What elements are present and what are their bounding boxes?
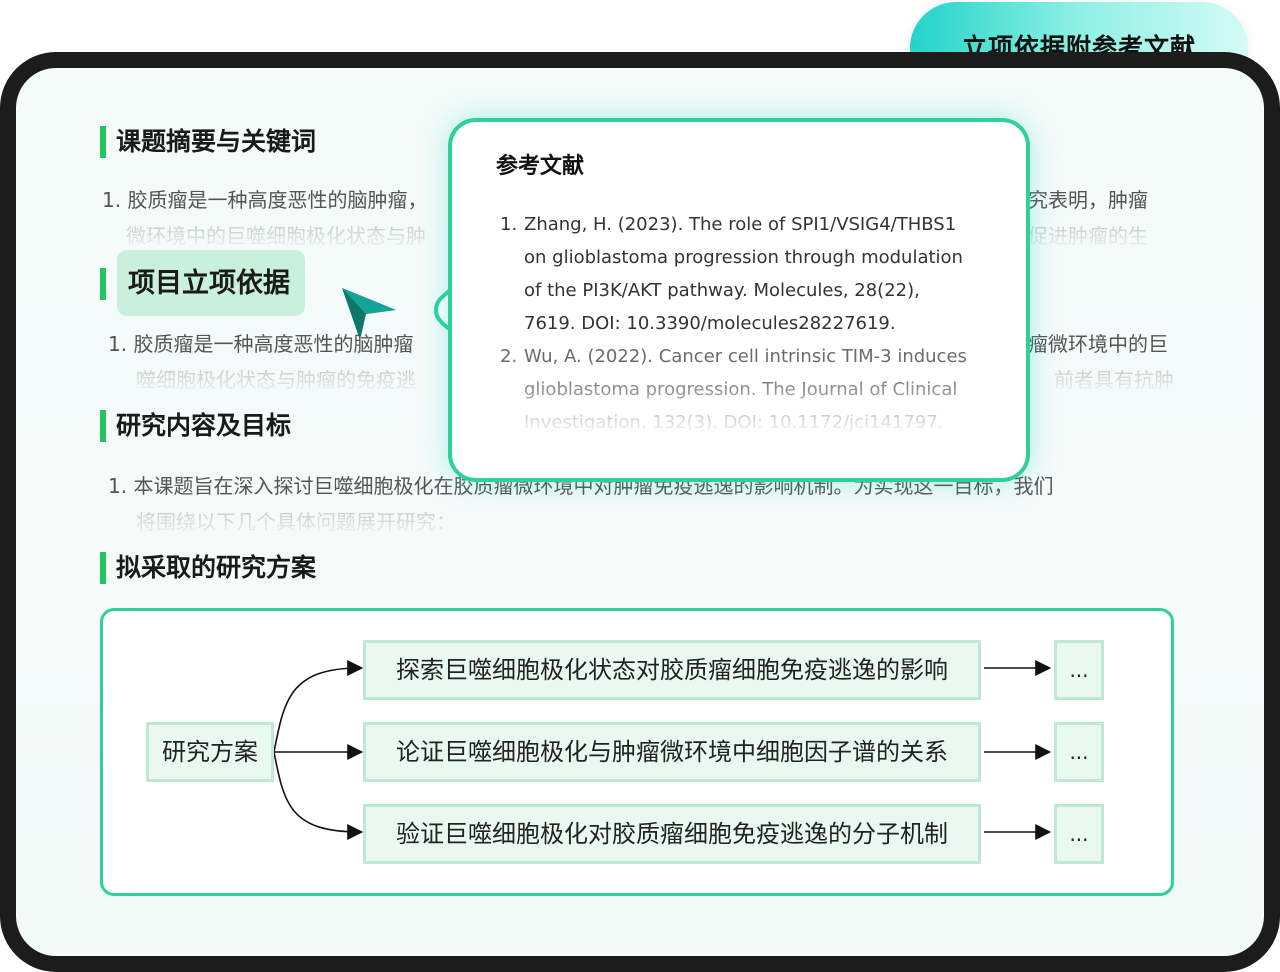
plan-root-node[interactable]: 研究方案 [146, 722, 274, 782]
references-popup: 参考文献 1. Zhang, H. (2023). The role of SP… [448, 118, 1030, 482]
reference-line: of the PI3K/AKT pathway. Molecules, 28(2… [524, 280, 920, 301]
reference-item[interactable]: 2. Wu, A. (2022). Cancer cell intrinsic … [496, 340, 996, 439]
reference-item[interactable]: 1. Zhang, H. (2023). The role of SPI1/VS… [496, 208, 996, 340]
reference-line: 7619. DOI: 10.3390/molecules28227619. [524, 313, 896, 334]
reference-number: 1. [500, 214, 518, 235]
reference-list: 1. Zhang, H. (2023). The role of SPI1/VS… [496, 208, 996, 439]
reference-line: Zhang, H. (2023). The role of SPI1/VSIG4… [524, 214, 957, 235]
reference-line: on glioblastoma progression through modu… [524, 247, 963, 268]
plan-branch-node[interactable]: 探索巨噬细胞极化状态对胶质瘤细胞免疫逃逸的影响 [363, 640, 981, 700]
reference-line: Wu, A. (2022). Cancer cell intrinsic TIM… [524, 346, 967, 367]
reference-line: Investigation, 132(3). DOI: 10.1172/jci1… [524, 412, 944, 433]
popup-title: 参考文献 [496, 154, 585, 179]
plan-branch-node[interactable]: 论证巨噬细胞极化与肿瘤微环境中细胞因子谱的关系 [363, 722, 981, 782]
plan-next-node[interactable]: ... [1054, 722, 1104, 782]
connector-root-1 [273, 660, 364, 753]
cursor-arrow-icon [342, 288, 396, 340]
plan-branch-node[interactable]: 验证巨噬细胞极化对胶质瘤细胞免疫逃逸的分子机制 [363, 804, 981, 864]
plan-next-node[interactable]: ... [1054, 640, 1104, 700]
reference-number: 2. [500, 346, 518, 367]
plan-next-node[interactable]: ... [1054, 804, 1104, 864]
reference-line: glioblastoma progression. The Journal of… [524, 379, 958, 400]
connector-root-3 [273, 751, 364, 840]
